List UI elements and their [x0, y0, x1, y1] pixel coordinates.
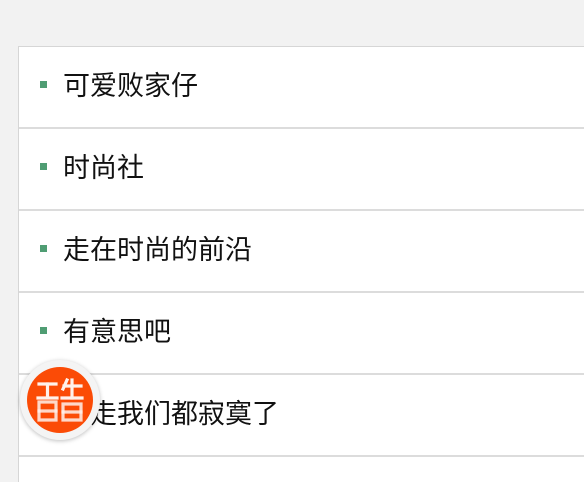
- ku-logo-glyph: [36, 377, 84, 422]
- list-item[interactable]: 可爱败家仔: [19, 47, 584, 129]
- bullet-icon: [40, 245, 47, 252]
- bullet-icon: [40, 163, 47, 170]
- list-item-label: 有意思吧: [63, 317, 171, 348]
- bullet-icon: [40, 327, 47, 334]
- list-panel: 可爱败家仔 时尚社 走在时尚的前沿 有意思吧 别走我们都寂寞了: [18, 46, 584, 482]
- ku-logo-icon: [27, 367, 93, 433]
- list-item[interactable]: 时尚社: [19, 129, 584, 211]
- list-item-label: 时尚社: [63, 153, 144, 184]
- list: 可爱败家仔 时尚社 走在时尚的前沿 有意思吧 别走我们都寂寞了: [19, 47, 584, 457]
- list-item-label: 可爱败家仔: [63, 71, 198, 102]
- list-item[interactable]: 别走我们都寂寞了: [19, 375, 584, 457]
- list-item-label: 走在时尚的前沿: [63, 235, 252, 266]
- list-item[interactable]: 走在时尚的前沿: [19, 211, 584, 293]
- ku-logo-badge[interactable]: [20, 360, 100, 440]
- list-item[interactable]: 有意思吧: [19, 293, 584, 375]
- bullet-icon: [40, 81, 47, 88]
